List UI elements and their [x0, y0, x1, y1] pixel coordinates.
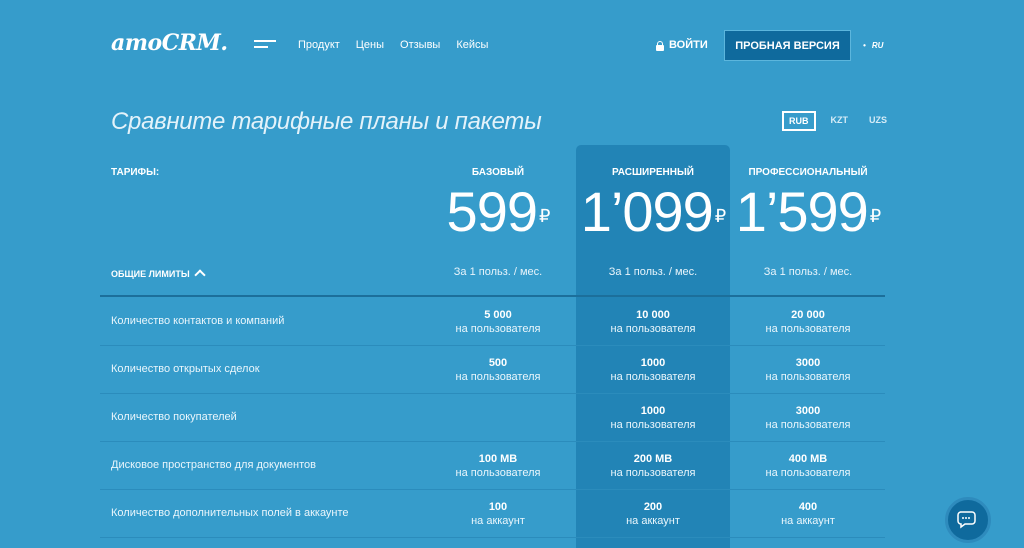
- chat-button[interactable]: [945, 497, 991, 543]
- currency-switcher: RUB KZT UZS: [782, 111, 893, 131]
- chevron-up-icon: [194, 269, 206, 281]
- cell-unit: на пользователя: [765, 467, 851, 479]
- cell-unit: на пользователя: [610, 467, 696, 479]
- plan-price-pro: 1’599 ₽: [731, 180, 885, 248]
- plan-price-basic: 599 ₽: [421, 180, 575, 248]
- cell-value: 3000: [795, 357, 821, 369]
- table-cell: 3000 на пользователя: [731, 356, 885, 384]
- table-cell: 200 MB на пользователя: [576, 452, 730, 480]
- language-label: RU: [871, 41, 884, 50]
- cell-value: 100 MB: [478, 453, 518, 465]
- currency-kzt[interactable]: KZT: [825, 111, 855, 131]
- cell-unit: на пользователя: [455, 467, 541, 479]
- limits-label: ОБЩИЕ ЛИМИТЫ: [111, 268, 190, 279]
- cell-unit: на аккаунт: [626, 515, 680, 527]
- cell-value: 1000: [640, 405, 666, 417]
- plan-price-extended: 1’099 ₽: [576, 180, 730, 248]
- dropdown-dot-icon: •: [863, 41, 866, 50]
- row-label: Количество открытых сделок: [111, 363, 260, 375]
- cell-value: 500: [488, 357, 508, 369]
- table-cell: 3000 на пользователя: [731, 404, 885, 432]
- language-selector[interactable]: • RU: [863, 41, 883, 50]
- cell-value: 1000: [640, 357, 666, 369]
- table-row: Количество дополнительных полей в аккаун…: [100, 489, 885, 538]
- cell-unit: на пользователя: [610, 419, 696, 431]
- price-value: 1’099: [580, 180, 714, 243]
- cell-value: 400: [798, 501, 818, 513]
- cell-value: 20 000: [791, 309, 825, 321]
- cell-unit: на пользователя: [765, 419, 851, 431]
- cell-value: 5 000: [484, 309, 512, 321]
- cell-value: 100: [488, 501, 508, 513]
- row-label: Количество контактов и компаний: [111, 315, 285, 327]
- price-value: 599: [446, 180, 538, 243]
- cell-unit: на пользователя: [455, 371, 541, 383]
- cell-unit: на аккаунт: [781, 515, 835, 527]
- table-cell: 500 на пользователя: [421, 356, 575, 384]
- table-cell: 10 000 на пользователя: [576, 308, 730, 336]
- table-row: Количество открытых сделок 500 на пользова…: [100, 345, 885, 394]
- plan-per-pro: За 1 польз. / мес.: [763, 266, 853, 278]
- limits-toggle[interactable]: ОБЩИЕ ЛИМИТЫ: [111, 268, 206, 281]
- table-cell: 5 000 на пользователя: [421, 308, 575, 336]
- table-cell: 100 на аккаунт: [421, 500, 575, 528]
- cell-unit: на пользователя: [610, 323, 696, 335]
- row-label: Количество дополнительных полей в аккаун…: [111, 507, 349, 519]
- cell-value: 10 000: [636, 309, 670, 321]
- cell-value: 3000: [795, 405, 821, 417]
- table-cell: 1000 на пользователя: [576, 356, 730, 384]
- nav-reviews[interactable]: Отзывы: [400, 39, 440, 51]
- currency-sign: ₽: [538, 206, 550, 227]
- cell-value: 400 MB: [788, 453, 828, 465]
- table-cell: 400 на аккаунт: [731, 500, 885, 528]
- table-cell: 20 000 на пользователя: [731, 308, 885, 336]
- row-label: Количество покупателей: [111, 411, 237, 423]
- plan-name-basic: БАЗОВЫЙ: [471, 167, 525, 178]
- table-row: Количество покупателей 1000 на пользовател…: [100, 393, 885, 442]
- cell-unit: на пользователя: [610, 371, 696, 383]
- cell-value: 200 MB: [633, 453, 673, 465]
- table-cell: 1000 на пользователя: [576, 404, 730, 432]
- price-value: 1’599: [735, 180, 869, 243]
- plan-per-extended: За 1 польз. / мес.: [608, 266, 698, 278]
- nav-prices[interactable]: Цены: [356, 39, 384, 51]
- plan-name-extended: РАСШИРЕННЫЙ: [612, 167, 694, 178]
- login-label: ВОЙТИ: [669, 39, 708, 51]
- cell-unit: на аккаунт: [471, 515, 525, 527]
- table-cell: 400 MB на пользователя: [731, 452, 885, 480]
- nav-product[interactable]: Продукт: [298, 39, 340, 51]
- trial-button[interactable]: ПРОБНАЯ ВЕРСИЯ: [724, 30, 851, 61]
- table-row: Количество контактов и компаний 5 000 на п…: [100, 297, 885, 346]
- chat-icon: [957, 511, 976, 529]
- main-nav: Продукт Цены Отзывы Кейсы: [298, 39, 488, 51]
- nav-cases[interactable]: Кейсы: [456, 39, 488, 51]
- currency-sign: ₽: [714, 206, 726, 227]
- plan-name-pro: ПРОФЕССИОНАЛЬНЫЙ: [748, 167, 868, 178]
- menu-icon[interactable]: [254, 40, 276, 52]
- login-button[interactable]: ВОЙТИ: [656, 39, 708, 51]
- currency-uzs[interactable]: UZS: [863, 111, 893, 131]
- logo[interactable]: amoCRM.: [111, 30, 228, 56]
- table-row: Дисковое пространство для документов 100 …: [100, 441, 885, 490]
- lock-icon: [656, 40, 664, 51]
- cell-value: 200: [643, 501, 663, 513]
- page-title: Сравните тарифные планы и пакеты: [111, 108, 542, 135]
- currency-sign: ₽: [869, 206, 881, 227]
- table-cell: 200 на аккаунт: [576, 500, 730, 528]
- cell-unit: на пользователя: [765, 371, 851, 383]
- currency-rub[interactable]: RUB: [782, 111, 816, 131]
- tariffs-label: ТАРИФЫ:: [111, 167, 160, 178]
- plan-per-basic: За 1 польз. / мес.: [453, 266, 543, 278]
- cell-unit: на пользователя: [765, 323, 851, 335]
- table-cell: 100 MB на пользователя: [421, 452, 575, 480]
- cell-unit: на пользователя: [455, 323, 541, 335]
- row-label: Дисковое пространство для документов: [111, 459, 316, 471]
